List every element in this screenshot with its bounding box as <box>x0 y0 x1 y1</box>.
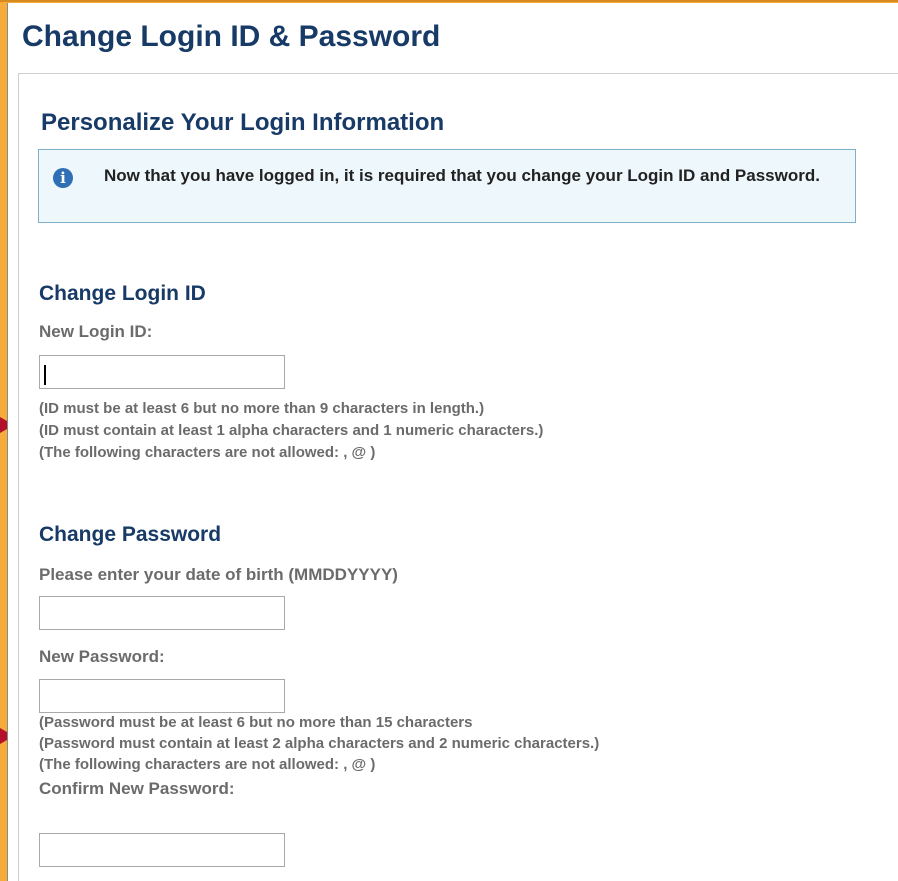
new-login-id-label: New Login ID: <box>39 322 153 341</box>
date-of-birth-input[interactable] <box>39 596 285 630</box>
password-heading: Change Password <box>39 523 222 546</box>
new-password-label: New Password: <box>39 647 165 666</box>
page-content: Change Login ID & Password Personalize Y… <box>7 3 898 881</box>
info-notice: i Now that you have logged in, it is req… <box>38 149 856 223</box>
password-hint-length: (Password must be at least 6 but no more… <box>39 714 473 731</box>
panel-border <box>18 73 19 881</box>
login-id-heading: Change Login ID <box>39 282 206 305</box>
info-notice-text: Now that you have logged in, it is requi… <box>104 166 820 185</box>
login-id-hint-disallowed: (The following characters are not allowe… <box>39 444 376 461</box>
title-divider <box>18 73 898 74</box>
password-hint-alphanumeric: (Password must contain at least 2 alpha … <box>39 735 600 752</box>
new-login-id-input[interactable] <box>39 355 285 389</box>
password-hint-disallowed: (The following characters are not allowe… <box>39 756 376 773</box>
text-cursor <box>44 365 46 385</box>
confirm-password-input[interactable] <box>39 833 285 867</box>
login-id-hint-length: (ID must be at least 6 but no more than … <box>39 400 485 417</box>
page-title: Change Login ID & Password <box>22 20 441 53</box>
new-password-input[interactable] <box>39 679 285 713</box>
section-title: Personalize Your Login Information <box>41 109 445 136</box>
date-of-birth-label: Please enter your date of birth (MMDDYYY… <box>39 565 398 584</box>
confirm-password-label: Confirm New Password: <box>39 779 235 798</box>
info-icon: i <box>53 168 73 188</box>
login-id-hint-alphanumeric: (ID must contain at least 1 alpha charac… <box>39 422 544 439</box>
